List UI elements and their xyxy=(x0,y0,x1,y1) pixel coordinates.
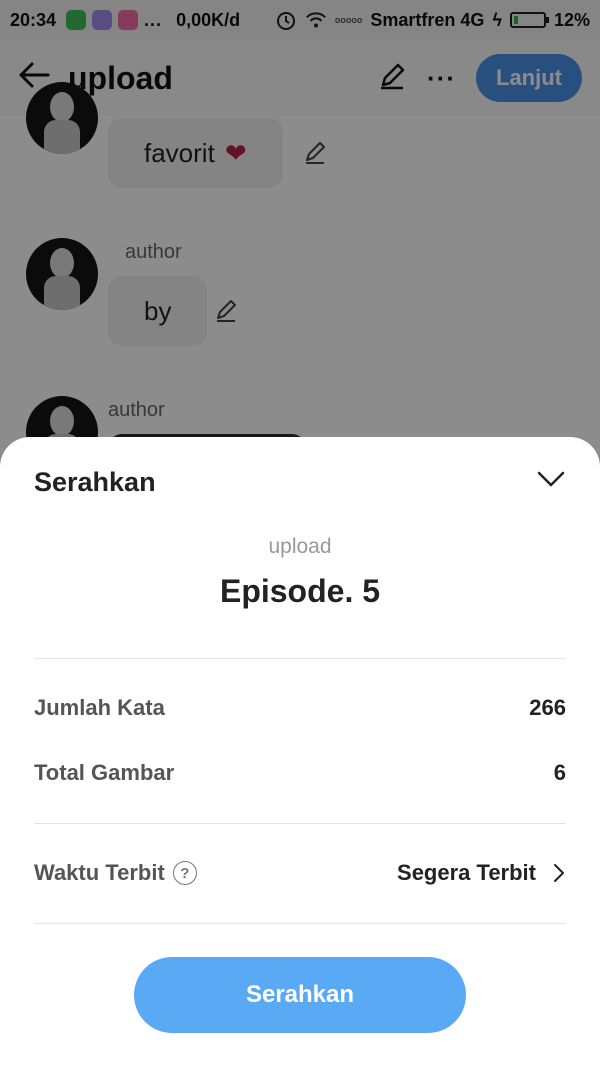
word-count-label: Jumlah Kata xyxy=(34,695,165,720)
sheet-title: Serahkan xyxy=(34,467,156,497)
image-count-value: 6 xyxy=(553,760,566,785)
divider xyxy=(34,823,566,824)
word-count-row: Jumlah Kata 266 xyxy=(34,695,566,721)
divider xyxy=(34,923,566,924)
publish-time-row[interactable]: Waktu Terbit ? Segera Terbit xyxy=(34,860,566,886)
publish-time-value: Segera Terbit xyxy=(397,860,536,885)
help-icon[interactable]: ? xyxy=(172,861,197,885)
submit-sheet: Serahkan upload Episode. 5 Jumlah Kata 2… xyxy=(0,437,600,1067)
chevron-right-icon xyxy=(554,864,564,882)
image-count-row: Total Gambar 6 xyxy=(34,760,566,786)
story-title: upload xyxy=(268,535,332,558)
publish-time-label: Waktu Terbit xyxy=(34,860,165,885)
chevron-down-icon[interactable] xyxy=(536,467,566,491)
word-count-value: 266 xyxy=(529,695,566,720)
image-count-label: Total Gambar xyxy=(34,760,175,785)
episode-title: Episode. 5 xyxy=(219,573,381,609)
submit-button[interactable]: Serahkan xyxy=(134,957,466,1033)
divider xyxy=(34,658,566,659)
